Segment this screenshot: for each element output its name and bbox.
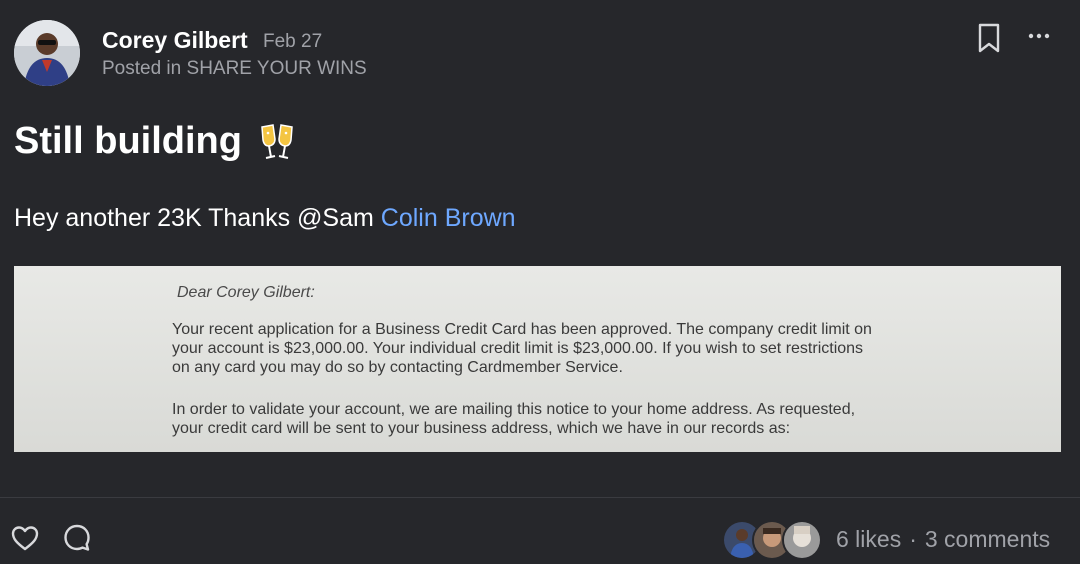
post-title-text: Still building — [14, 120, 242, 162]
letter-line: your account is $23,000.00. Your individ… — [172, 340, 864, 357]
posted-in-line: Posted in SHARE YOUR WINS — [102, 58, 367, 80]
footer-divider — [0, 497, 1080, 498]
letter-greeting: Dear Corey Gilbert: — [177, 284, 315, 301]
comment-icon[interactable] — [62, 523, 92, 553]
more-options-icon[interactable] — [1027, 26, 1051, 46]
letter-line: In order to validate your account, we ar… — [172, 401, 856, 418]
engagement-stats: 6 likes · 3 comments — [836, 526, 1050, 553]
mention-link[interactable]: Colin Brown — [381, 204, 516, 232]
post-title: Still building — [14, 120, 298, 163]
letter-paragraph-2: In order to validate your account, we ar… — [172, 400, 972, 438]
author-avatar[interactable] — [14, 20, 80, 86]
author-name[interactable]: Corey Gilbert — [102, 27, 248, 54]
attached-letter-image[interactable]: Dear Corey Gilbert: Your recent applicat… — [14, 266, 1061, 452]
likes-count[interactable]: 6 likes — [836, 526, 901, 552]
stats-separator: · — [909, 526, 917, 552]
letter-paragraph-1: Your recent application for a Business C… — [172, 320, 972, 377]
liker-avatars[interactable] — [722, 520, 824, 560]
letter-line: your credit card will be sent to your bu… — [172, 420, 791, 437]
heart-icon[interactable] — [10, 524, 40, 552]
comments-count[interactable]: 3 comments — [925, 526, 1050, 552]
bookmark-icon[interactable] — [976, 22, 1002, 54]
post-body: Hey another 23K Thanks @Sam Colin Brown — [14, 204, 516, 233]
liker-avatar — [782, 520, 822, 560]
post-body-text: Hey another 23K Thanks @Sam — [14, 204, 374, 232]
letter-line: Your recent application for a Business C… — [172, 321, 872, 338]
posted-in-prefix: Posted in — [102, 58, 182, 79]
clinking-glasses-icon — [261, 123, 293, 159]
category-link[interactable]: SHARE YOUR WINS — [187, 58, 367, 79]
letter-line: on any card you may do so by contacting … — [172, 359, 623, 376]
post-date: Feb 27 — [263, 31, 323, 52]
